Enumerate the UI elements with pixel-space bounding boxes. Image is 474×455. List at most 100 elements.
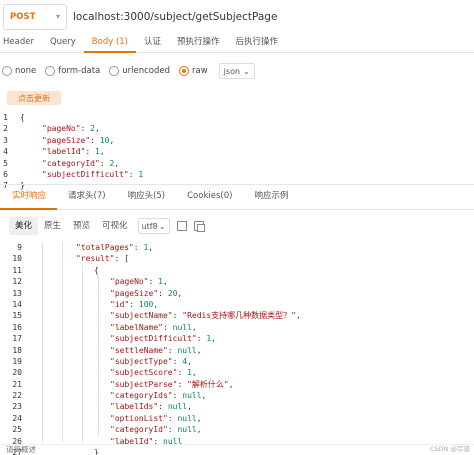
code-line: 24 "optionList": null, bbox=[0, 413, 301, 424]
tab-query[interactable]: Query bbox=[42, 33, 84, 53]
radio-none[interactable]: none bbox=[2, 66, 36, 76]
tab-body[interactable]: Body (1) bbox=[83, 33, 136, 53]
chevron-down-icon: ⌄ bbox=[158, 221, 166, 231]
filter-icon[interactable] bbox=[176, 221, 187, 231]
json-key: "labelIds" bbox=[110, 402, 159, 412]
tab-live-response[interactable]: 实时响应 bbox=[0, 184, 58, 210]
tab-visualize[interactable]: 可视化 bbox=[96, 217, 134, 235]
watermark: CSDN @宗谱 bbox=[429, 445, 470, 453]
radio-raw[interactable]: raw bbox=[179, 66, 208, 76]
code-line: 23 "labelIds": null, bbox=[0, 401, 301, 412]
json-key: "categoryId" bbox=[42, 158, 100, 168]
line-number: 21 bbox=[12, 379, 22, 389]
json-key: "id" bbox=[110, 299, 130, 309]
line-number: 10 bbox=[12, 254, 22, 264]
json-punct: , bbox=[148, 243, 154, 252]
json-punct: , bbox=[187, 402, 192, 412]
tab-pre-script[interactable]: 预执行操作 bbox=[169, 33, 228, 53]
line-number: 3 bbox=[3, 135, 8, 145]
format-value: json bbox=[223, 66, 241, 76]
refresh-button[interactable]: 点击更新 bbox=[7, 91, 61, 105]
tab-header[interactable]: Header bbox=[0, 33, 42, 53]
code-line: 15 "subjectName": "Redis支持哪几种数据类型？", bbox=[0, 310, 300, 321]
chevron-down-icon: ⌄ bbox=[242, 66, 250, 76]
tab-preview[interactable]: 预览 bbox=[67, 217, 96, 235]
format-select[interactable]: json ⌄ bbox=[218, 63, 255, 79]
line-number: 19 bbox=[12, 356, 22, 366]
json-key: "settleName" bbox=[110, 345, 168, 355]
radio-form-data[interactable]: form-data bbox=[45, 66, 100, 76]
json-key: "optionList" bbox=[110, 413, 168, 423]
tab-raw[interactable]: 原生 bbox=[38, 217, 67, 235]
line-number: 4 bbox=[3, 147, 8, 157]
code-line: 20 "subjectScore": 1, bbox=[0, 367, 301, 378]
json-key: "categoryIds" bbox=[110, 391, 173, 401]
tab-request-headers[interactable]: 请求头(7) bbox=[57, 184, 117, 210]
line-number: 22 bbox=[12, 391, 22, 401]
line-number: 6 bbox=[3, 169, 8, 179]
code-line: 16 "labelName": null, bbox=[0, 322, 301, 333]
json-key: "pageSize" bbox=[110, 288, 159, 298]
code-line: 21 "subjectParse": "解析什么", bbox=[0, 379, 301, 390]
json-key: "subjectType" bbox=[110, 356, 173, 366]
tab-post-script[interactable]: 后执行操作 bbox=[228, 33, 287, 53]
line-number: 15 bbox=[12, 311, 22, 321]
json-punct: , bbox=[211, 334, 216, 344]
json-key: "subjectScore" bbox=[110, 368, 178, 378]
radio-label: urlencoded bbox=[122, 66, 171, 76]
json-punct: , bbox=[114, 158, 120, 168]
json-value: 1 bbox=[138, 169, 144, 179]
view-tabs: 美化 原生 预览 可视化 utf8 ⌄ bbox=[0, 216, 205, 236]
code-line: 13 "pageSize": 20, bbox=[0, 288, 301, 299]
json-punct: , bbox=[201, 391, 207, 401]
json-key: "subjectName" bbox=[110, 311, 173, 321]
line-number: 1 bbox=[3, 113, 8, 122]
radio-circle-icon bbox=[109, 66, 120, 76]
copy-icon[interactable] bbox=[193, 221, 205, 232]
tab-auth[interactable]: 认证 bbox=[136, 33, 169, 53]
line-number: 18 bbox=[12, 345, 22, 355]
code-line: 3 "pageSize": 10, bbox=[0, 135, 143, 146]
tab-response-example[interactable]: 响应示例 bbox=[243, 184, 299, 210]
json-punct: , bbox=[177, 288, 183, 298]
code-line: 10 "result": [ bbox=[0, 253, 301, 264]
json-punct: , bbox=[187, 356, 192, 366]
url-bar: POST ▾ localhost:3000/subject/getSubject… bbox=[0, 0, 474, 33]
json-value: null bbox=[177, 425, 197, 435]
tab-pretty[interactable]: 美化 bbox=[9, 217, 39, 235]
radio-urlencoded[interactable]: urlencoded bbox=[109, 66, 170, 76]
line-number: 17 bbox=[12, 334, 22, 344]
method-select[interactable]: POST ▾ bbox=[3, 3, 67, 30]
json-value: "解析什么" bbox=[187, 379, 229, 389]
radio-circle-icon bbox=[2, 66, 12, 76]
json-key: "result" bbox=[76, 254, 115, 264]
json-value: null bbox=[167, 402, 188, 412]
tab-response-headers[interactable]: 响应头(5) bbox=[117, 184, 177, 210]
code-line: 18 "settleName": null, bbox=[0, 345, 301, 356]
code-line: 2 "pageNo": 2, bbox=[0, 123, 143, 134]
encoding-select[interactable]: utf8 ⌄ bbox=[137, 218, 170, 234]
code-line: 17 "subjectDifficult": 1, bbox=[0, 333, 301, 344]
url-input[interactable]: localhost:3000/subject/getSubjectPage bbox=[73, 11, 277, 23]
line-number: 14 bbox=[12, 299, 22, 309]
code-line: 4 "labelId": 1, bbox=[0, 146, 143, 157]
response-tabs: 实时响应 请求头(7) 响应头(5) Cookies(0) 响应示例 bbox=[0, 184, 474, 210]
json-value: 100 bbox=[138, 299, 154, 309]
json-punct: , bbox=[95, 124, 100, 134]
line-number: 9 bbox=[17, 243, 22, 252]
method-label: POST bbox=[10, 11, 36, 22]
json-punct: , bbox=[196, 413, 202, 423]
response-body-viewer[interactable]: 9 "totalPages": 1, 10 "result": [11{12 "page… bbox=[0, 242, 301, 455]
line-number: 16 bbox=[12, 322, 22, 332]
tab-cookies[interactable]: Cookies(0) bbox=[176, 184, 243, 210]
json-value: null bbox=[177, 413, 197, 423]
line-number: 20 bbox=[12, 368, 22, 378]
line-number: 25 bbox=[12, 425, 22, 435]
json-value: [ bbox=[124, 254, 129, 264]
request-body-editor[interactable]: 1 { 2 "pageNo": 2, 3 "pageSize": 10, 4 "… bbox=[0, 112, 143, 192]
json-punct: , bbox=[228, 379, 234, 389]
json-punct: , bbox=[163, 277, 168, 287]
json-key: "pageNo" bbox=[110, 277, 149, 287]
radio-label: raw bbox=[192, 66, 208, 76]
radio-label: none bbox=[15, 66, 37, 76]
